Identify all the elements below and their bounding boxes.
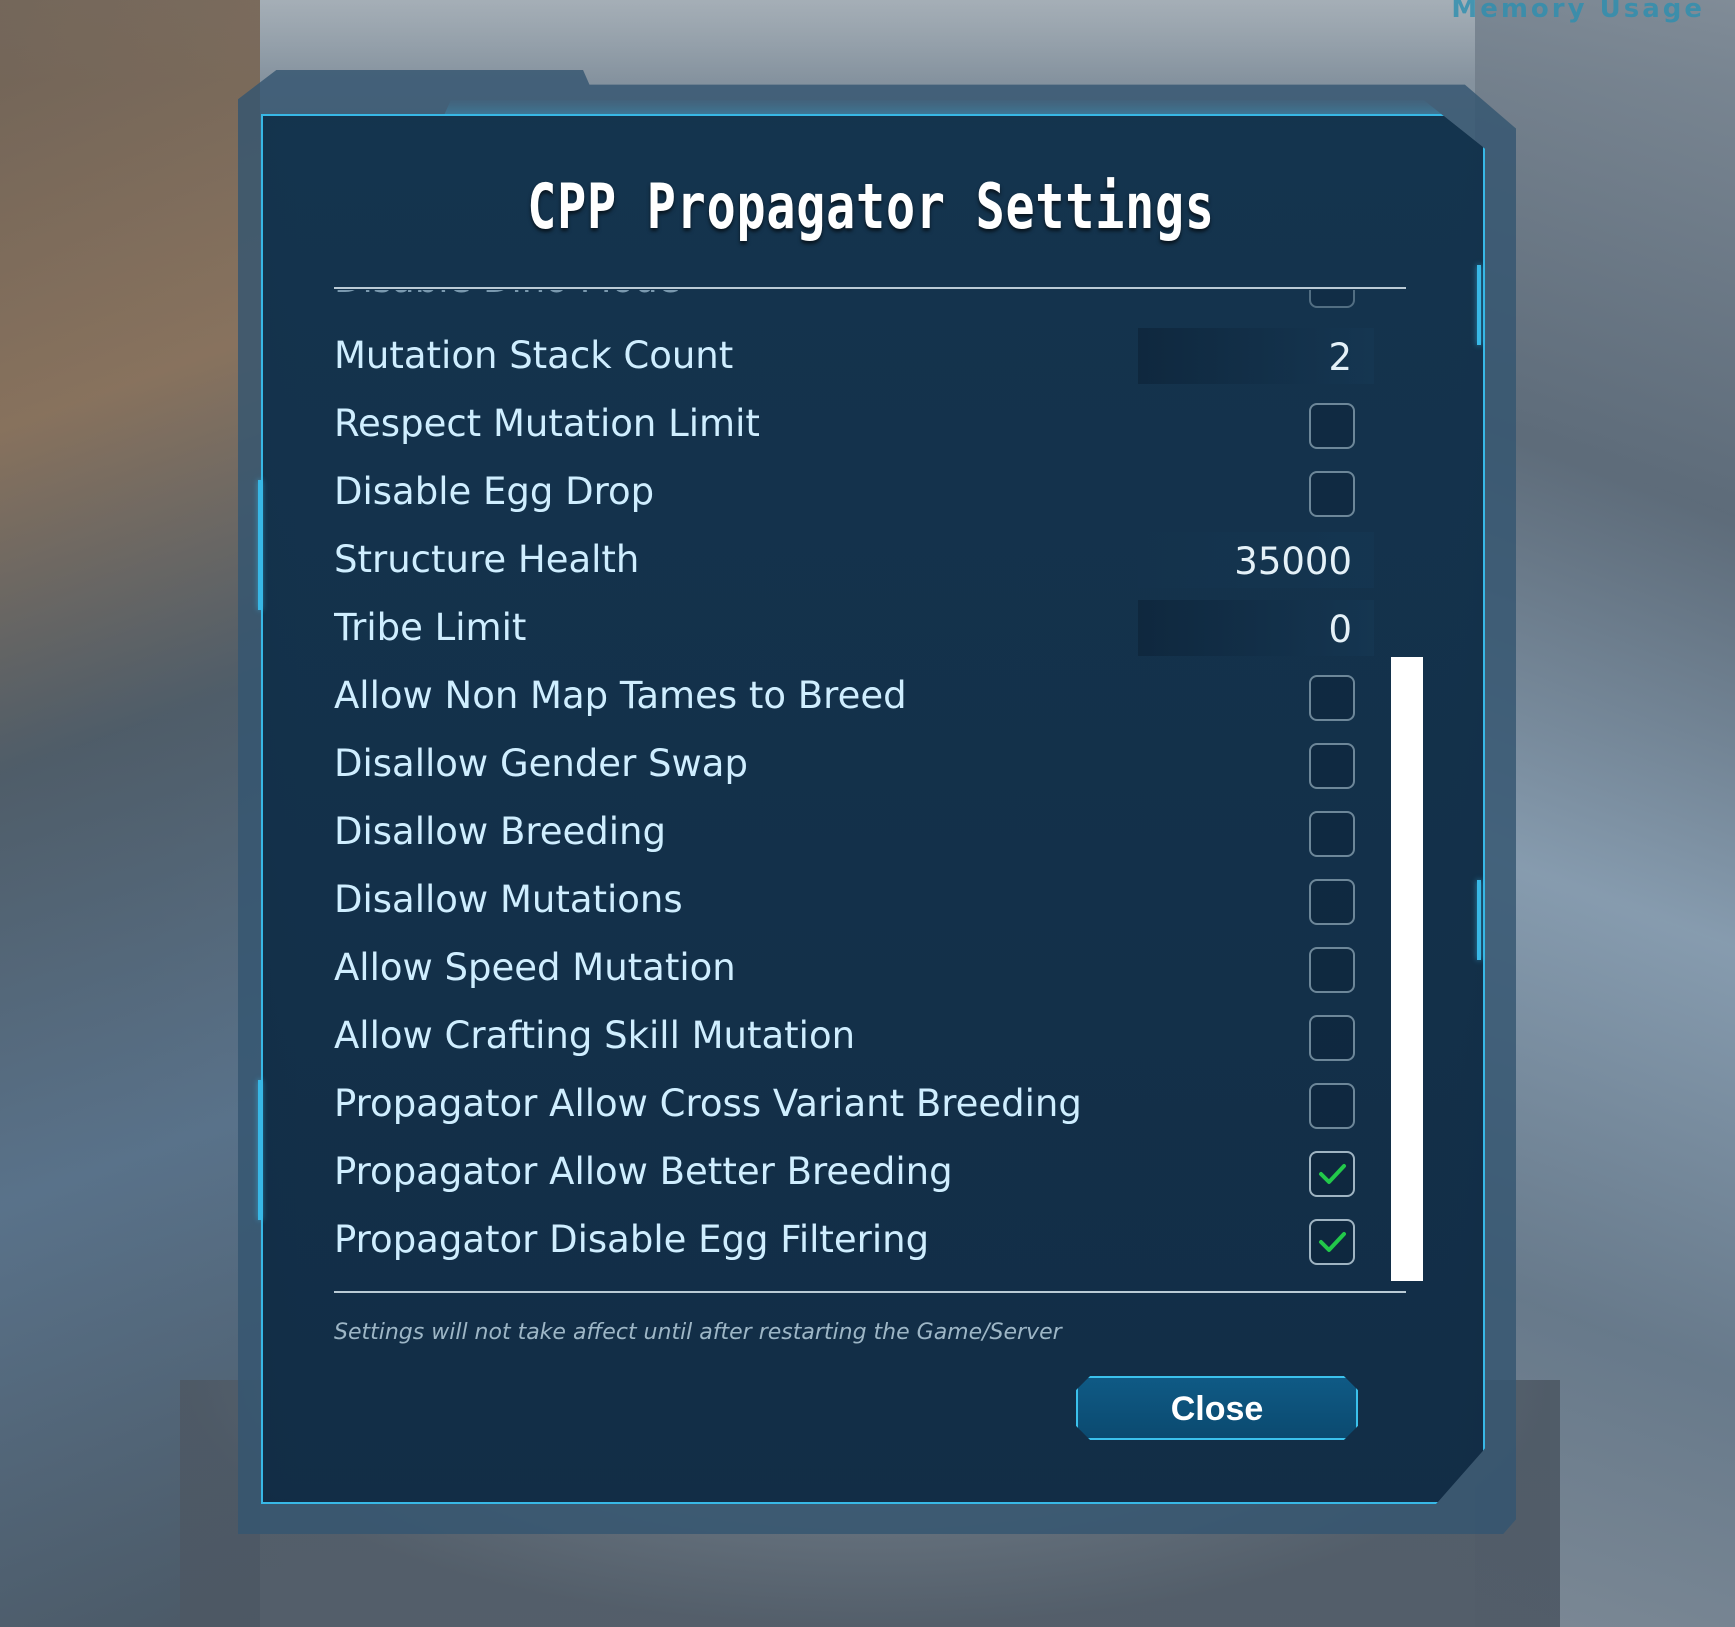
setting-row: Propagator Allow Better Breeding — [334, 1142, 1374, 1210]
setting-label: Disallow Mutations — [334, 878, 683, 921]
setting-row: Mutation Stack Count 2 — [334, 326, 1374, 394]
scrollbar-thumb[interactable] — [1391, 657, 1423, 1281]
setting-label: Disable Dino Mode — [334, 290, 680, 301]
setting-checkbox[interactable] — [1309, 743, 1355, 789]
frame-notch-left — [258, 1080, 262, 1220]
setting-label: Mutation Stack Count — [334, 334, 734, 377]
setting-label: Propagator Disable Egg Filtering — [334, 1218, 930, 1261]
setting-label: Allow Non Map Tames to Breed — [334, 674, 907, 717]
dialog-title: CPP Propagator Settings — [527, 170, 1215, 243]
divider-top — [334, 287, 1406, 289]
frame-notch-right — [1477, 265, 1481, 345]
setting-label: Allow Speed Mutation — [334, 946, 736, 989]
setting-row: Disable Egg Drop — [334, 462, 1374, 530]
frame-notch-left — [258, 480, 262, 610]
setting-label: Disallow Breeding — [334, 810, 666, 853]
checkmark-icon — [1319, 1232, 1346, 1252]
title-container: CPP Propagator Settings — [261, 170, 1481, 260]
setting-row: Disallow Gender Swap — [334, 734, 1374, 802]
settings-list[interactable]: Disable Dino Mode Mutation Stack Count 2 Re… — [334, 290, 1374, 1290]
setting-number-input[interactable]: 35000 — [1138, 532, 1374, 588]
close-button[interactable]: Close — [1076, 1376, 1358, 1440]
setting-checkbox[interactable] — [1309, 1151, 1355, 1197]
close-button-label: Close — [1170, 1390, 1264, 1428]
setting-value: 35000 — [1234, 540, 1352, 583]
restart-notice: Settings will not take affect until afte… — [334, 1320, 1062, 1345]
setting-label: Propagator Allow Better Breeding — [334, 1150, 953, 1193]
setting-label: Disallow Gender Swap — [334, 742, 748, 785]
setting-checkbox[interactable] — [1309, 403, 1355, 449]
setting-row: Structure Health 35000 — [334, 530, 1374, 598]
frame-notch-right — [1477, 880, 1481, 960]
setting-row: Propagator Disable Egg Filtering — [334, 1210, 1374, 1278]
setting-checkbox[interactable] — [1309, 290, 1355, 308]
setting-number-input[interactable]: 2 — [1138, 328, 1374, 384]
setting-label: Propagator Allow Cross Variant Breeding — [334, 1082, 1082, 1125]
setting-row: Allow Crafting Skill Mutation — [334, 1006, 1374, 1074]
setting-checkbox[interactable] — [1309, 1219, 1355, 1265]
setting-row: Disallow Breeding — [334, 802, 1374, 870]
setting-checkbox[interactable] — [1309, 1015, 1355, 1061]
setting-value: 0 — [1328, 608, 1352, 651]
setting-label: Tribe Limit — [334, 606, 527, 649]
background-hud-text: Memory Usage — [1451, 0, 1705, 24]
setting-row: Respect Mutation Limit — [334, 394, 1374, 462]
setting-row: Allow Non Map Tames to Breed — [334, 666, 1374, 734]
setting-row: Tribe Limit 0 — [334, 598, 1374, 666]
setting-checkbox[interactable] — [1309, 811, 1355, 857]
setting-checkbox[interactable] — [1309, 471, 1355, 517]
setting-label: Disable Egg Drop — [334, 470, 655, 513]
setting-checkbox[interactable] — [1309, 675, 1355, 721]
setting-value: 2 — [1328, 336, 1352, 379]
setting-number-input[interactable]: 0 — [1138, 600, 1374, 656]
setting-checkbox[interactable] — [1309, 879, 1355, 925]
setting-checkbox[interactable] — [1309, 947, 1355, 993]
divider-bottom — [334, 1291, 1406, 1293]
setting-label: Structure Health — [334, 538, 640, 581]
setting-checkbox[interactable] — [1309, 1083, 1355, 1129]
setting-label: Respect Mutation Limit — [334, 402, 760, 445]
setting-row: Disallow Mutations — [334, 870, 1374, 938]
checkmark-icon — [1319, 1164, 1346, 1184]
setting-row: Allow Speed Mutation — [334, 938, 1374, 1006]
setting-label: Allow Crafting Skill Mutation — [334, 1014, 856, 1057]
setting-row: Propagator Allow Cross Variant Breeding — [334, 1074, 1374, 1142]
